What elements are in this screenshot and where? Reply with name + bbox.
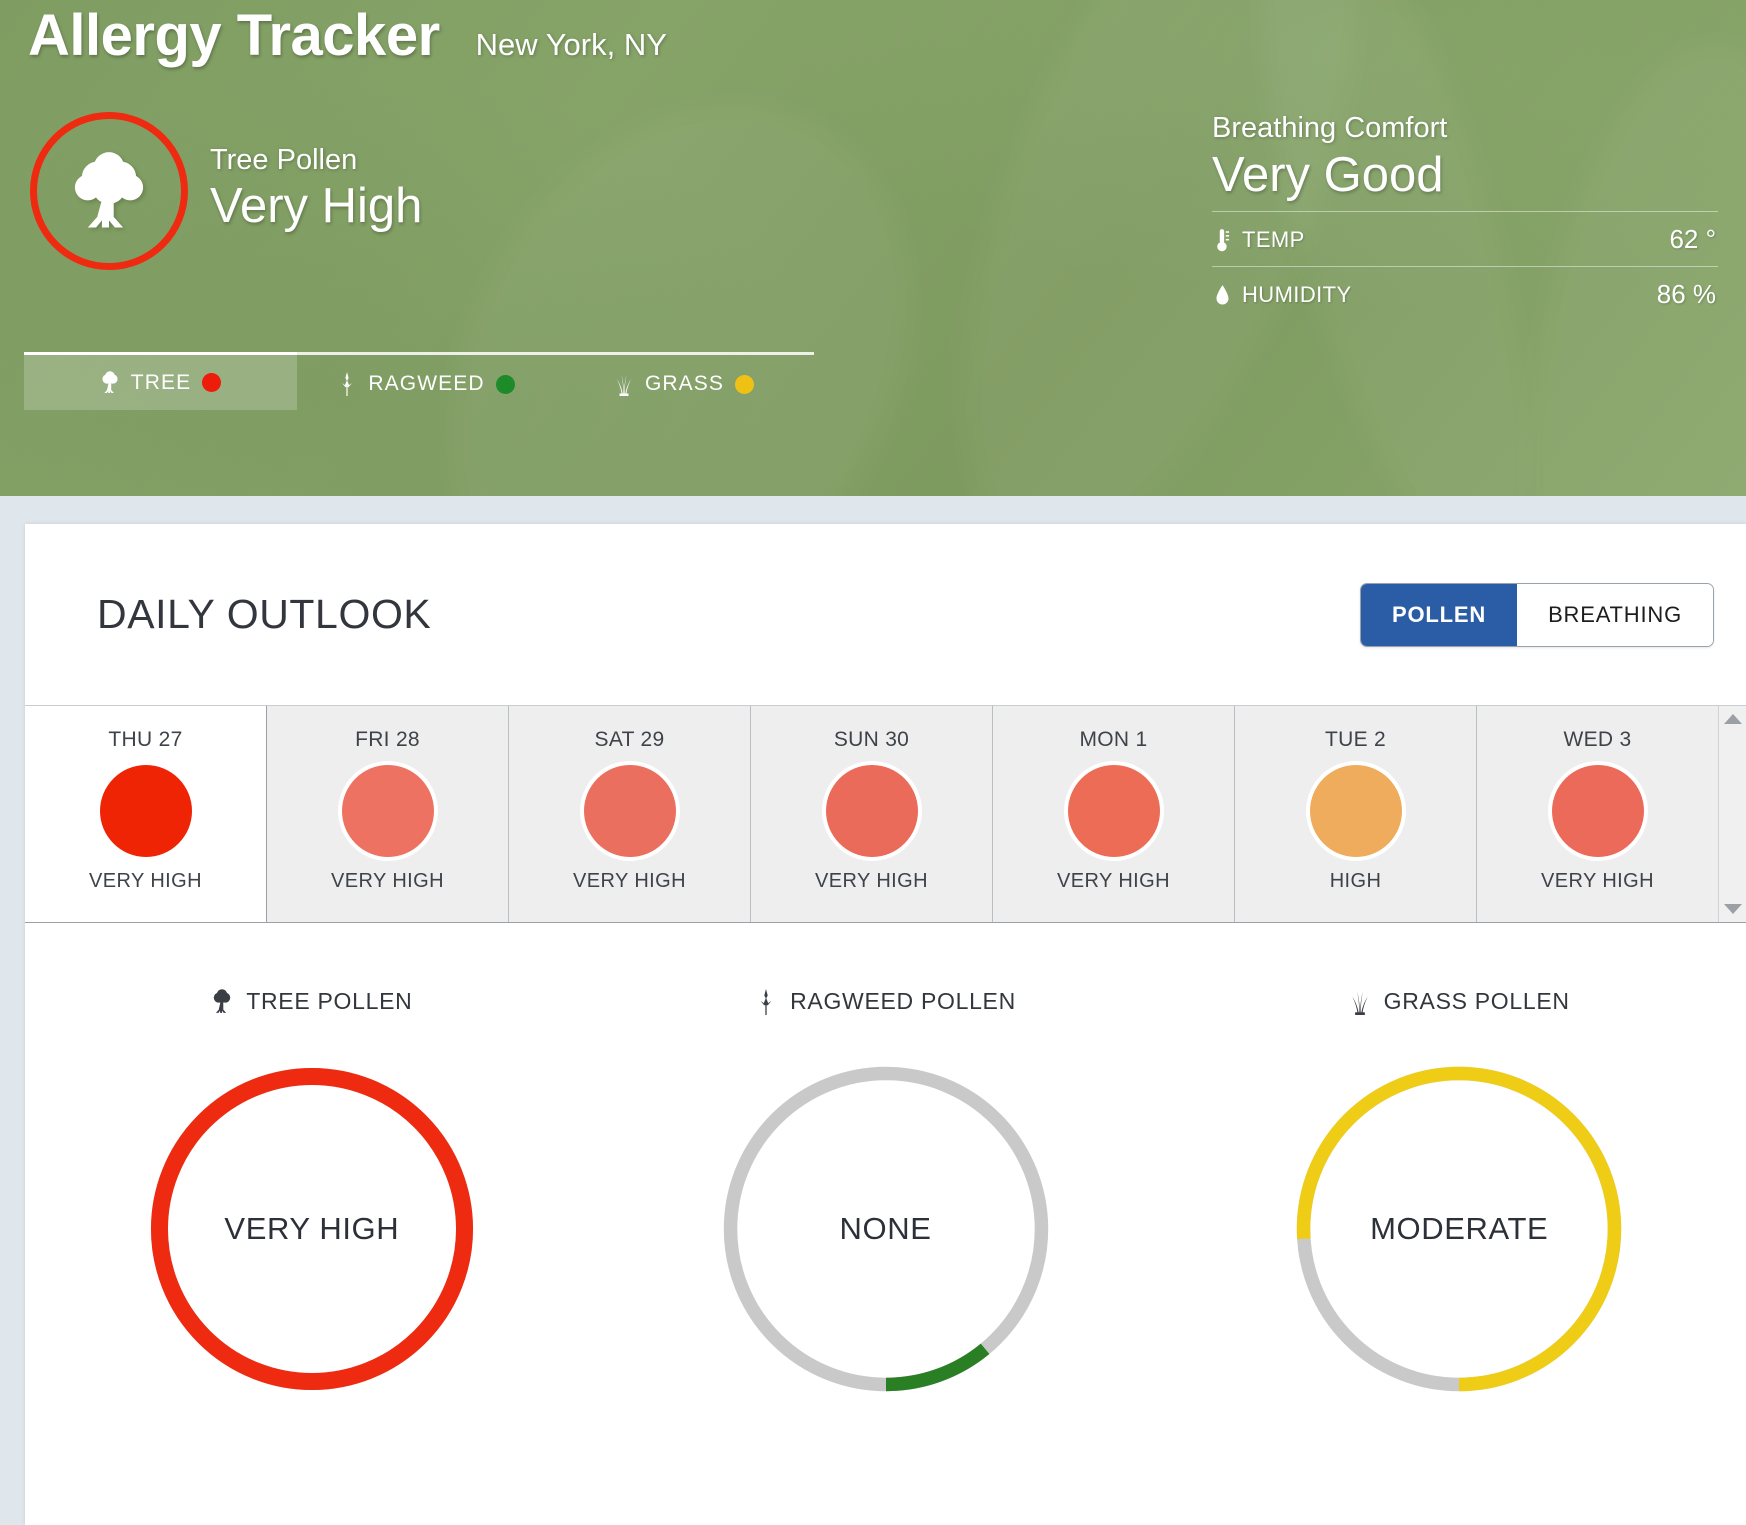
day-level-label: VERY HIGH [1541, 870, 1654, 892]
day-level-label: VERY HIGH [331, 870, 444, 892]
day-card-wed-3[interactable]: WED 3 VERY HIGH [1477, 706, 1718, 922]
temp-label: TEMP [1242, 226, 1305, 252]
day-level-circle [99, 765, 192, 857]
day-card-mon-1[interactable]: MON 1 VERY HIGH [993, 706, 1235, 922]
tab-ragweed-label: RAGWEED [368, 372, 485, 395]
allergy-tracker-app: Allergy Tracker New York, NY Tree Pollen… [0, 0, 1746, 1525]
app-title: Allergy Tracker [28, 3, 440, 68]
day-level-circle [825, 765, 918, 857]
page-title: DAILY OUTLOOK [97, 591, 432, 637]
day-level-circle [1309, 765, 1402, 857]
comfort-label: Breathing Comfort [1212, 112, 1448, 144]
toggle-breathing-button[interactable]: BREATHING [1517, 583, 1713, 646]
gauge-tree-pollen: TREE POLLEN VERY HIGH [25, 923, 599, 1525]
day-strip: THU 27 VERY HIGH FRI 28 VERY HIGH SAT 29… [25, 705, 1746, 923]
pollen-type-tabs: TREE RAGWEED GRASS [24, 352, 814, 413]
day-level-circle [1067, 765, 1160, 857]
gauge-tree-header: TREE POLLEN [211, 988, 412, 1015]
tab-grass-label: GRASS [644, 372, 725, 395]
toggle-pollen-button[interactable]: POLLEN [1361, 583, 1518, 646]
day-card-sat-29[interactable]: SAT 29 VERY HIGH [509, 706, 751, 922]
day-label: SAT 29 [594, 728, 665, 751]
gauge-ragweed-ring: NONE [710, 1053, 1062, 1405]
droplet-icon [1214, 283, 1231, 307]
tab-tree-label: TREE [130, 370, 192, 394]
tab-ragweed[interactable]: RAGWEED [297, 355, 555, 413]
title-row: Allergy Tracker New York, NY [28, 2, 667, 69]
scroll-up-arrow[interactable] [1723, 714, 1742, 724]
temp-value: 62 ° [1669, 224, 1716, 255]
pollen-text: Tree Pollen Very High [210, 144, 422, 238]
gauge-ragweed-pollen: RAGWEED POLLEN NONE [599, 923, 1173, 1525]
day-card-thu-27[interactable]: THU 27 VERY HIGH [25, 706, 267, 922]
metric-row-temp: TEMP 62 ° [1212, 211, 1718, 266]
day-level-label: VERY HIGH [815, 870, 928, 892]
gauge-ragweed-header: RAGWEED POLLEN [755, 988, 1016, 1015]
breathing-comfort-block: Breathing Comfort Very Good TEMP 62 ° HU… [1212, 112, 1718, 321]
current-pollen-block: Tree Pollen Very High [30, 112, 422, 270]
thermometer-icon [1214, 228, 1231, 252]
ragweed-icon [755, 988, 777, 1015]
gauge-tree-ring: VERY HIGH [136, 1053, 488, 1405]
gauge-tree-value: VERY HIGH [224, 1211, 400, 1246]
daily-outlook-card: DAILY OUTLOOK POLLEN BREATHING THU 27 VE… [25, 524, 1746, 1525]
tab-grass[interactable]: GRASS [555, 355, 813, 413]
day-label: WED 3 [1563, 728, 1632, 751]
ragweed-icon [337, 372, 357, 396]
tree-icon [71, 151, 147, 231]
gauge-grass-pollen: GRASS POLLEN MODERATE [1172, 923, 1746, 1525]
pollen-level-value: Very High [210, 178, 423, 233]
day-label: FRI 28 [355, 728, 420, 751]
tab-tree-dot [202, 373, 222, 392]
day-label: TUE 2 [1324, 728, 1386, 751]
humidity-label: HUMIDITY [1242, 281, 1352, 307]
day-level-label: HIGH [1329, 870, 1382, 892]
gauge-grass-value: MODERATE [1370, 1211, 1549, 1246]
day-card-fri-28[interactable]: FRI 28 VERY HIGH [267, 706, 509, 922]
day-strip-scrollbar[interactable] [1718, 706, 1746, 922]
tab-ragweed-dot [495, 374, 515, 394]
day-label: SUN 30 [833, 728, 910, 751]
day-label: THU 27 [108, 728, 183, 751]
pollen-type-label: Tree Pollen [210, 143, 358, 176]
tree-icon [211, 988, 233, 1015]
pollen-gauges: TREE POLLEN VERY HIGH RAGWEED POLLEN NON… [25, 923, 1746, 1525]
day-level-circle [1551, 765, 1644, 857]
tab-grass-dot [735, 374, 755, 394]
gauge-tree-label: TREE POLLEN [246, 988, 413, 1014]
day-level-circle [341, 765, 434, 857]
tree-icon [100, 370, 120, 395]
day-level-label: VERY HIGH [573, 870, 686, 892]
gauge-ragweed-label: RAGWEED POLLEN [790, 988, 1016, 1014]
day-level-circle [583, 765, 676, 857]
location-label: New York, NY [475, 27, 667, 62]
day-card-sun-30[interactable]: SUN 30 VERY HIGH [751, 706, 993, 922]
day-level-label: VERY HIGH [1057, 870, 1170, 892]
humidity-value: 86 % [1656, 279, 1716, 310]
grass-icon [614, 372, 634, 396]
day-level-label: VERY HIGH [89, 870, 202, 892]
day-label: MON 1 [1079, 728, 1148, 751]
gauge-grass-ring: MODERATE [1283, 1053, 1635, 1405]
pollen-ring-badge [30, 112, 188, 270]
comfort-value: Very Good [1212, 148, 1444, 202]
gauge-grass-label: GRASS POLLEN [1383, 988, 1570, 1014]
header-hero: Allergy Tracker New York, NY Tree Pollen… [0, 0, 1746, 496]
grass-icon [1349, 989, 1371, 1015]
decorative-blade [358, 22, 1002, 496]
gauge-grass-header: GRASS POLLEN [1349, 988, 1570, 1015]
view-toggle: POLLEN BREATHING [1360, 582, 1714, 647]
metric-row-humidity: HUMIDITY 86 % [1212, 266, 1718, 321]
scroll-down-arrow[interactable] [1723, 904, 1742, 914]
tab-tree[interactable]: TREE [24, 352, 297, 410]
day-card-tue-2[interactable]: TUE 2 HIGH [1235, 706, 1477, 922]
card-header: DAILY OUTLOOK POLLEN BREATHING [25, 524, 1746, 705]
gauge-ragweed-value: NONE [839, 1211, 932, 1246]
